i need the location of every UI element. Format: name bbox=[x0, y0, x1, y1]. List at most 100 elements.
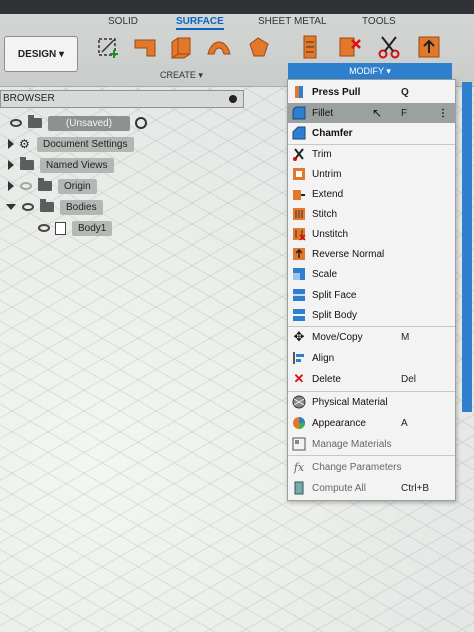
physical-material-icon bbox=[292, 395, 306, 409]
menu-item-delete[interactable]: ✕ Delete Del bbox=[288, 369, 455, 389]
press-pull-toolbar-icon[interactable] bbox=[298, 34, 324, 60]
menu-item-trim[interactable]: Trim bbox=[288, 144, 455, 164]
menu-item-fillet[interactable]: Fillet F ↖ ⋮ bbox=[288, 103, 455, 123]
tree-row-origin[interactable]: Origin bbox=[8, 177, 97, 195]
title-strip bbox=[0, 0, 474, 14]
menu-item-split-body[interactable]: Split Body bbox=[288, 305, 455, 325]
menu-item-align[interactable]: Align bbox=[288, 348, 455, 368]
modify-dropdown-menu: Press Pull Q Fillet F ↖ ⋮ Chamfer Trim U… bbox=[287, 79, 456, 501]
active-radio-icon[interactable] bbox=[135, 117, 147, 129]
trim-icon bbox=[292, 147, 306, 161]
gear-icon: ⚙ bbox=[19, 137, 30, 151]
menu-item-untrim[interactable]: Untrim bbox=[288, 164, 455, 184]
tab-surface[interactable]: SURFACE bbox=[176, 16, 224, 30]
menu-shortcut: Ctrl+B bbox=[401, 482, 430, 494]
split-body-icon bbox=[292, 308, 306, 322]
tab-solid[interactable]: SOLID bbox=[108, 16, 138, 27]
menu-item-split-face[interactable]: Split Face bbox=[288, 285, 455, 305]
body-icon bbox=[55, 221, 66, 235]
create-group-label[interactable]: CREATE ▾ bbox=[160, 70, 203, 81]
menu-label: Chamfer bbox=[312, 127, 353, 139]
tab-sheet-metal[interactable]: SHEET METAL bbox=[258, 16, 327, 27]
scissors-icon[interactable] bbox=[376, 34, 402, 60]
menu-shortcut: M bbox=[401, 331, 410, 343]
tree-label-bodies: Bodies bbox=[60, 199, 103, 215]
menu-label: Compute All bbox=[312, 482, 366, 494]
expand-icon[interactable] bbox=[8, 181, 14, 191]
menu-item-press-pull[interactable]: Press Pull Q bbox=[288, 82, 455, 102]
menu-item-extend[interactable]: Extend bbox=[288, 184, 455, 204]
sketch-icon[interactable] bbox=[96, 34, 122, 60]
workspace-selector[interactable]: DESIGN ▾ bbox=[4, 36, 78, 72]
mouse-cursor-icon: ↖ bbox=[372, 106, 383, 120]
folder-icon bbox=[38, 178, 52, 191]
collapse-icon[interactable] bbox=[6, 204, 16, 210]
menu-item-move-copy[interactable]: ✥ Move/Copy M bbox=[288, 327, 455, 347]
menu-label: Untrim bbox=[312, 168, 342, 180]
tree-label-origin: Origin bbox=[58, 178, 97, 194]
manage-materials-icon bbox=[292, 437, 306, 451]
fillet-icon bbox=[292, 106, 306, 120]
unstitch-icon bbox=[292, 227, 306, 241]
menu-shortcut: Del bbox=[401, 373, 417, 385]
align-icon bbox=[292, 351, 306, 365]
menu-label: Unstitch bbox=[312, 228, 349, 240]
menu-scrollbar[interactable] bbox=[462, 82, 472, 412]
menu-item-scale[interactable]: Scale bbox=[288, 264, 455, 284]
eye-icon[interactable] bbox=[38, 224, 50, 232]
workspace-label: DESIGN ▾ bbox=[17, 48, 65, 60]
menu-item-change-parameters[interactable]: fx Change Parameters bbox=[288, 457, 455, 477]
menu-item-physical-material[interactable]: Physical Material bbox=[288, 392, 455, 412]
modify-group-label[interactable]: MODIFY ▾ bbox=[288, 63, 452, 79]
tab-tools[interactable]: TOOLS bbox=[362, 16, 396, 27]
tree-row-root[interactable]: (Unsaved) bbox=[4, 114, 147, 132]
menu-label: Move/Copy bbox=[312, 331, 363, 343]
chamfer-icon bbox=[292, 126, 306, 140]
toolbar: SOLID SURFACE SHEET METAL TOOLS DESIGN ▾… bbox=[0, 0, 474, 87]
sweep-icon[interactable] bbox=[206, 34, 232, 60]
scale-icon bbox=[292, 267, 306, 281]
menu-item-chamfer[interactable]: Chamfer bbox=[288, 123, 455, 143]
stitch-icon bbox=[292, 207, 306, 221]
menu-label: Fillet bbox=[312, 107, 334, 119]
menu-item-stitch[interactable]: Stitch bbox=[288, 204, 455, 224]
delete-toolbar-icon[interactable] bbox=[336, 34, 362, 60]
eye-icon[interactable] bbox=[22, 203, 34, 211]
menu-item-unstitch[interactable]: Unstitch bbox=[288, 224, 455, 244]
menu-label: Physical Material bbox=[312, 396, 388, 408]
reverse-normal-icon bbox=[292, 247, 306, 261]
revolve-icon[interactable] bbox=[168, 34, 194, 60]
tree-row-body1[interactable]: Body1 bbox=[32, 219, 113, 237]
extend-icon bbox=[292, 187, 306, 201]
eye-hidden-icon[interactable] bbox=[20, 182, 32, 190]
browser-header[interactable]: BROWSER bbox=[0, 90, 244, 108]
menu-item-compute-all[interactable]: Compute All Ctrl+B bbox=[288, 478, 455, 498]
move-icon: ✥ bbox=[293, 329, 305, 344]
expand-icon[interactable] bbox=[8, 160, 14, 170]
tree-label-body1: Body1 bbox=[72, 220, 113, 236]
more-options-icon[interactable]: ⋮ bbox=[438, 108, 448, 119]
reverse-normal-toolbar-icon[interactable] bbox=[416, 34, 442, 60]
extrude-icon[interactable] bbox=[132, 34, 158, 60]
menu-label: Extend bbox=[312, 188, 344, 200]
browser-title: BROWSER bbox=[3, 93, 55, 104]
tree-row-bodies[interactable]: Bodies bbox=[6, 198, 103, 216]
loft-icon[interactable] bbox=[246, 34, 272, 60]
untrim-icon bbox=[292, 167, 306, 181]
menu-label: Stitch bbox=[312, 208, 338, 220]
folder-icon bbox=[40, 199, 54, 212]
menu-item-manage-materials[interactable]: Manage Materials bbox=[288, 434, 455, 454]
modify-label: MODIFY ▾ bbox=[349, 66, 391, 76]
menu-item-appearance[interactable]: Appearance A bbox=[288, 413, 455, 433]
function-icon: fx bbox=[293, 460, 305, 474]
menu-label: Appearance bbox=[312, 417, 366, 429]
menu-shortcut: A bbox=[401, 417, 408, 429]
menu-item-reverse-normal[interactable]: Reverse Normal bbox=[288, 244, 455, 264]
tree-row-document-settings[interactable]: ⚙ Document Settings bbox=[8, 135, 134, 153]
folder-icon bbox=[20, 157, 34, 170]
browser-pin-icon[interactable] bbox=[229, 95, 237, 103]
menu-label: Manage Materials bbox=[312, 438, 392, 450]
tree-row-named-views[interactable]: Named Views bbox=[8, 156, 114, 174]
eye-icon[interactable] bbox=[10, 119, 22, 127]
expand-icon[interactable] bbox=[8, 139, 14, 149]
